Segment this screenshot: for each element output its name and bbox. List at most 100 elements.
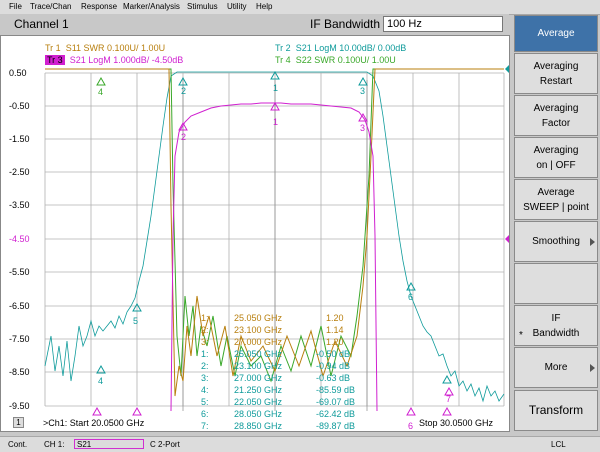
if-bandwidth-label: IF Bandwidth [310,17,381,31]
softkey-label: Averaging Factor [533,102,579,129]
softkey-label: Averaging Restart [533,60,579,87]
y-tick-label: -1.50 [9,134,30,144]
softkey-panel: Average Averaging Restart Averaging Fact… [512,15,600,433]
legend-tr1-id: Tr 1 [45,43,61,53]
menu-marker-analysis[interactable]: Marker/Analysis [123,2,180,11]
menu-stimulus[interactable]: Stimulus [187,2,218,11]
measurement-plot[interactable]: 0.50 -0.50 -1.50 -2.50 -3.50 -4.50 -5.50… [0,35,510,432]
y-axis-ticks: 0.50 -0.50 -1.50 -2.50 -3.50 -4.50 -5.50… [9,68,30,411]
marker-tr4-4 [96,76,106,86]
marker-bottom-7 [442,406,452,416]
title-bar: Channel 1 IF Bandwidth 100 Hz [0,14,509,35]
softkey-averaging-on-off[interactable]: Averaging on | OFF [514,137,598,178]
if-bandwidth-input[interactable]: 100 Hz [383,16,503,32]
channel-number-badge[interactable]: 1 [13,417,24,428]
status-channel: CH 1: [44,440,65,449]
softkey-label: More [544,362,568,373]
marker-table-swr: 1: 25.050 GHz 1.20 2: 23.100 GHz 1.14 3: 27.0… [201,312,344,348]
y-tick-label: -3.50 [9,200,30,210]
softkey-average-sweep-point[interactable]: Average SWEEP | point [514,179,598,220]
stop-frequency[interactable]: Stop 30.0500 GHz [419,418,493,428]
menu-response[interactable]: Response [81,2,117,11]
status-active-trace: S21 [74,439,144,449]
legend-tr2-id: Tr 2 [275,43,291,53]
y-tick-label: -2.50 [9,167,30,177]
marker-label: 3 [360,123,365,133]
start-frequency[interactable]: >Ch1: Start 20.0500 GHz [43,418,144,428]
marker-tr2-7 [442,374,452,384]
legend-tr4-id: Tr 4 [275,55,291,65]
marker-label: 6 [408,421,413,431]
status-port: C 2-Port [150,440,180,449]
y-tick-label: -0.50 [9,101,30,111]
marker-bottom-5 [132,406,142,416]
y-tick-label: -7.50 [9,334,30,344]
softkey-blank [514,263,598,304]
trace-legend: Tr 1 S11 SWR 0.100U/ 1.00U Tr 2 S21 LogM… [1,40,509,70]
softkey-averaging-factor[interactable]: Averaging Factor [514,95,598,136]
status-bar: Cont. CH 1: S21 C 2-Port LCL [0,436,600,452]
softkey-label: Average SWEEP | point [523,186,589,213]
y-tick-label: -4.50 [9,234,30,244]
legend-tr4[interactable]: Tr 4 S22 SWR 0.100U/ 1.00U [275,55,396,65]
marker-label: 4 [98,87,103,97]
softkey-label: Transform [528,403,584,417]
marker-label: 3 [360,86,365,96]
softkey-transform[interactable]: Transform [514,390,598,431]
marker-label: 4 [98,376,103,386]
legend-tr3-id: Tr 3 [45,55,65,65]
marker-label: 2 [181,86,186,96]
marker-row: 7: 28.850 GHz -89.87 dB [201,421,356,431]
softkey-if-bandwidth[interactable]: * IF Bandwidth [514,305,598,346]
marker-row: 2: 23.100 GHz -0.94 dB [201,361,351,371]
marker-label: 7 [446,394,451,404]
marker-label: 5 [133,316,138,326]
y-tick-label: -5.50 [9,267,30,277]
softkey-label: Smoothing [532,236,580,247]
marker-label: 6 [408,292,413,302]
menu-trace-chan[interactable]: Trace/Chan [30,2,72,11]
softkey-average[interactable]: Average [514,15,598,52]
legend-tr2[interactable]: Tr 2 S21 LogM 10.00dB/ 0.00dB [275,43,406,53]
softkey-smoothing[interactable]: Smoothing [514,221,598,262]
marker-row: 5: 22.050 GHz -69.07 dB [201,397,356,407]
marker-label: 1 [273,117,278,127]
marker-row: 4: 21.250 GHz -85.59 dB [201,385,356,395]
y-tick-label: -9.50 [9,401,30,411]
chevron-right-icon [590,237,595,246]
legend-tr1-text: S11 SWR 0.100U/ 1.00U [65,43,166,53]
marker-tr2-3 [358,76,368,86]
marker-row: 1: 25.050 GHz -0.50 dB [201,349,351,359]
legend-tr3[interactable]: Tr 3 S21 LogM 1.000dB/ -4.50dB [45,55,183,65]
softkey-label: Averaging on | OFF [533,144,579,171]
legend-tr2-text: S21 LogM 10.00dB/ 0.00dB [295,43,407,53]
legend-tr3-text: S21 LogM 1.000dB/ -4.50dB [69,55,184,65]
status-lcl: LCL [551,440,566,449]
softkey-label: IF Bandwidth [532,312,580,339]
legend-tr1[interactable]: Tr 1 S11 SWR 0.100U/ 1.00U [45,43,165,53]
softkey-averaging-restart[interactable]: Averaging Restart [514,53,598,94]
marker-label: 2 [181,132,186,142]
marker-label: 1 [273,83,278,93]
marker-bottom-2 [92,406,102,416]
status-cont: Cont. [8,440,28,449]
ref-arrow-tr3 [505,235,509,243]
marker-row: 1: 25.050 GHz 1.20 [201,313,344,323]
marker-table-logm: 1: 25.050 GHz -0.50 dB 2: 23.100 GHz -0.94 d… [201,348,355,432]
marker-row: 3: 27.000 GHz 1.20 [201,337,344,347]
marker-row: 3: 27.000 GHz -0.63 dB [201,373,351,383]
chevron-right-icon [590,363,595,372]
menu-bar: File Trace/Chan Response Marker/Analysis… [0,0,600,15]
menu-utility[interactable]: Utility [227,2,247,11]
active-mark: * [519,330,523,341]
marker-row: 2: 23.100 GHz 1.14 [201,325,344,335]
channel-title: Channel 1 [14,17,69,31]
menu-file[interactable]: File [9,2,22,11]
legend-tr4-text: S22 SWR 0.100U/ 1.00U [295,55,396,65]
softkey-more[interactable]: More [514,347,598,388]
marker-bottom-6 [406,406,416,416]
y-tick-label: -8.50 [9,367,30,377]
marker-row: 6: 28.050 GHz -62.42 dB [201,409,356,419]
menu-help[interactable]: Help [256,2,272,11]
y-tick-label: -6.50 [9,301,30,311]
